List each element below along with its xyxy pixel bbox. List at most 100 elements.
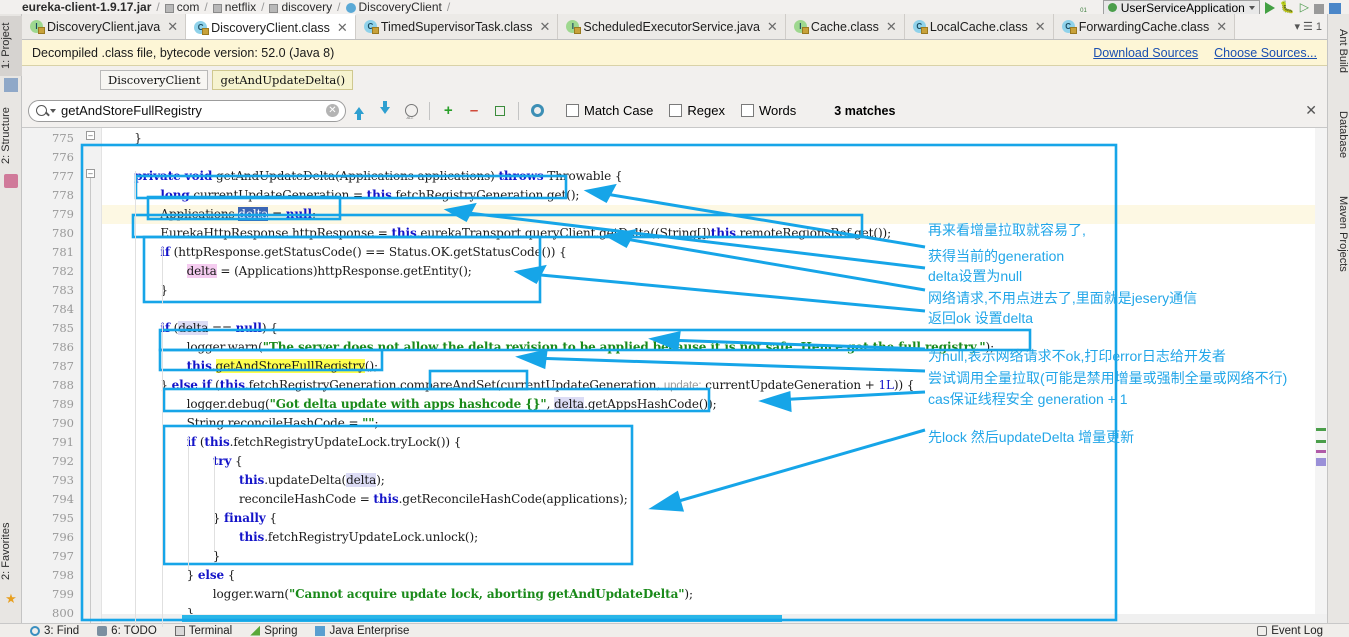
- code-line[interactable]: long currentUpdateGeneration = this.fetc…: [160, 186, 579, 205]
- version-control-icon[interactable]: ▼1001: [1080, 0, 1098, 14]
- status-item-terminal[interactable]: Terminal: [174, 625, 232, 637]
- sidebar-item-maven-projects[interactable]: Maven Projects: [1327, 186, 1349, 282]
- code-content[interactable]: } private void getAndUpdateDelta(Applicat…: [102, 128, 1327, 623]
- close-icon[interactable]: ✕: [883, 19, 897, 35]
- horizontal-scrollbar[interactable]: [102, 614, 1327, 623]
- close-icon[interactable]: ✕: [334, 20, 348, 36]
- find-all-icon: [404, 104, 418, 120]
- coverage-icon[interactable]: ▷: [1300, 0, 1309, 14]
- sidebar-item-structure[interactable]: 2: Structure: [0, 100, 22, 172]
- regex-label: Regex: [687, 103, 725, 118]
- code-line[interactable]: this.getAndStoreFullRegistry();: [187, 357, 378, 376]
- indent-guide: [214, 456, 215, 551]
- close-icon[interactable]: ✕: [1032, 19, 1046, 35]
- regex-checkbox[interactable]: [669, 104, 683, 117]
- toolbar-divider: [518, 101, 519, 120]
- find-settings-button[interactable]: [524, 98, 550, 124]
- breadcrumb-chips: DiscoveryClient getAndUpdateDelta(): [22, 66, 1327, 94]
- sidebar-item-project[interactable]: 1: Project: [0, 16, 22, 76]
- code-editor[interactable]: 775 776 777 778 779 780 781 782 783 784 785 786 787 7…: [22, 128, 1327, 623]
- match-case-checkbox[interactable]: [566, 104, 579, 117]
- code-line[interactable]: String reconcileHashCode = "";: [187, 414, 379, 433]
- code-line[interactable]: this.fetchRegistryUpdateLock.unlock();: [239, 528, 478, 547]
- words-option[interactable]: Words: [740, 103, 796, 118]
- close-icon[interactable]: ✕: [537, 19, 551, 35]
- code-line[interactable]: EurekaHttpResponse httpResponse = this.e…: [160, 224, 891, 243]
- code-line[interactable]: if (httpResponse.getStatusCode() == Stat…: [160, 243, 566, 262]
- code-line[interactable]: private void getAndUpdateDelta(Applicati…: [134, 167, 622, 186]
- scrollbar-thumb[interactable]: [182, 615, 782, 622]
- status-item-spring[interactable]: Spring: [250, 625, 297, 637]
- breadcrumb-item-jar[interactable]: eureka-client-1.9.17.jar: [22, 1, 151, 14]
- layout-icon[interactable]: [1329, 3, 1341, 14]
- code-line[interactable]: delta = (Applications)httpResponse.getEn…: [186, 262, 472, 281]
- breadcrumb-item-com[interactable]: com: [164, 1, 199, 14]
- close-find-bar-icon[interactable]: ✕: [1305, 102, 1321, 119]
- breadcrumb-item-class[interactable]: DiscoveryClient: [345, 1, 442, 14]
- code-line[interactable]: logger.warn("Cannot acquire update lock,…: [213, 585, 693, 604]
- code-line[interactable]: this.updateDelta(delta);: [239, 471, 385, 490]
- search-input-container[interactable]: ✕: [28, 99, 346, 122]
- close-icon[interactable]: ✕: [764, 19, 778, 35]
- match-case-option[interactable]: Match Case: [566, 103, 653, 118]
- fold-toggle-icon[interactable]: –: [86, 169, 95, 178]
- code-line[interactable]: } else if (this.fetchRegistryGeneration.…: [160, 376, 914, 395]
- debug-icon[interactable]: 🐛: [1280, 0, 1295, 14]
- code-line[interactable]: logger.warn("The server does not allow t…: [187, 338, 995, 357]
- run-icon[interactable]: [1264, 2, 1275, 14]
- code-line[interactable]: } finally {: [213, 509, 277, 528]
- chip-getandupdatedelta[interactable]: getAndUpdateDelta(): [212, 70, 354, 90]
- sidebar-item-favorites[interactable]: 2: Favorites: [0, 514, 22, 588]
- status-item-find[interactable]: 3: Find: [30, 625, 79, 637]
- code-line[interactable]: logger.debug("Got delta update with apps…: [187, 395, 717, 414]
- download-sources-link[interactable]: Download Sources: [1093, 46, 1198, 60]
- code-line[interactable]: reconcileHashCode = this.getReconcileHas…: [239, 490, 628, 509]
- star-icon: ★: [5, 591, 17, 606]
- status-item-java-enterprise[interactable]: Java Enterprise: [315, 625, 409, 637]
- package-icon: [164, 4, 174, 13]
- status-item-todo[interactable]: 6: TODO: [97, 625, 157, 637]
- tab-localcache-class[interactable]: C LocalCache.class ✕: [904, 14, 1054, 39]
- find-next-button[interactable]: [372, 98, 398, 124]
- find-all-button[interactable]: [398, 98, 424, 124]
- marker-lavender: [1316, 458, 1326, 466]
- tab-discoveryclient-class[interactable]: C DiscoveryClient.class ✕: [186, 14, 356, 39]
- code-line[interactable]: try {: [213, 452, 243, 471]
- code-folding-strip[interactable]: – –: [80, 128, 102, 623]
- code-line[interactable]: if (this.fetchRegistryUpdateLock.tryLock…: [187, 433, 462, 452]
- tab-forwardingcache-class[interactable]: C ForwardingCache.class ✕: [1053, 14, 1236, 39]
- breadcrumb-item-netflix[interactable]: netflix: [212, 1, 256, 14]
- close-icon[interactable]: ✕: [164, 19, 178, 35]
- remove-occurrence-button[interactable]: –: [461, 98, 487, 124]
- line-number: 777: [52, 169, 74, 183]
- close-icon[interactable]: ✕: [1213, 19, 1227, 35]
- add-occurrence-button[interactable]: +: [435, 98, 461, 124]
- tab-timedsupervisortask-class[interactable]: C TimedSupervisorTask.class ✕: [355, 14, 559, 39]
- search-input[interactable]: [59, 102, 323, 119]
- clear-search-icon[interactable]: ✕: [326, 104, 339, 117]
- status-item-event-log[interactable]: Event Log: [1257, 625, 1349, 637]
- code-line[interactable]: } else {: [187, 566, 236, 585]
- find-previous-button[interactable]: [346, 98, 372, 124]
- chevron-down-icon[interactable]: [50, 108, 56, 113]
- marker-green: [1316, 428, 1326, 431]
- tab-cache-class[interactable]: I Cache.class ✕: [785, 14, 905, 39]
- stop-icon[interactable]: [1314, 4, 1324, 14]
- sidebar-item-ant-build[interactable]: Ant Build: [1327, 20, 1349, 82]
- code-line[interactable]: }: [134, 129, 142, 148]
- regex-option[interactable]: Regex: [669, 103, 725, 118]
- code-line[interactable]: Applications delta = null;: [160, 205, 316, 224]
- editor-marker-strip[interactable]: [1315, 128, 1327, 623]
- choose-sources-link[interactable]: Choose Sources...: [1214, 46, 1317, 60]
- words-checkbox[interactable]: [740, 104, 754, 117]
- fold-toggle-icon[interactable]: –: [86, 131, 95, 140]
- tab-overflow-control[interactable]: ▾ ☰ 1: [1294, 14, 1327, 39]
- tab-scheduledexecutorservice-java[interactable]: I ScheduledExecutorService.java ✕: [558, 14, 786, 39]
- breadcrumb-item-discovery[interactable]: discovery: [269, 1, 332, 14]
- run-configuration-selector[interactable]: UserServiceApplication: [1102, 0, 1260, 14]
- select-all-occurrences-button[interactable]: [487, 98, 513, 124]
- tab-discoveryclient-java[interactable]: I DiscoveryClient.java ✕: [22, 14, 187, 39]
- chip-discoveryclient[interactable]: DiscoveryClient: [100, 70, 209, 90]
- sidebar-item-database[interactable]: Database: [1327, 104, 1349, 166]
- code-line[interactable]: if (delta == null) {: [160, 319, 278, 338]
